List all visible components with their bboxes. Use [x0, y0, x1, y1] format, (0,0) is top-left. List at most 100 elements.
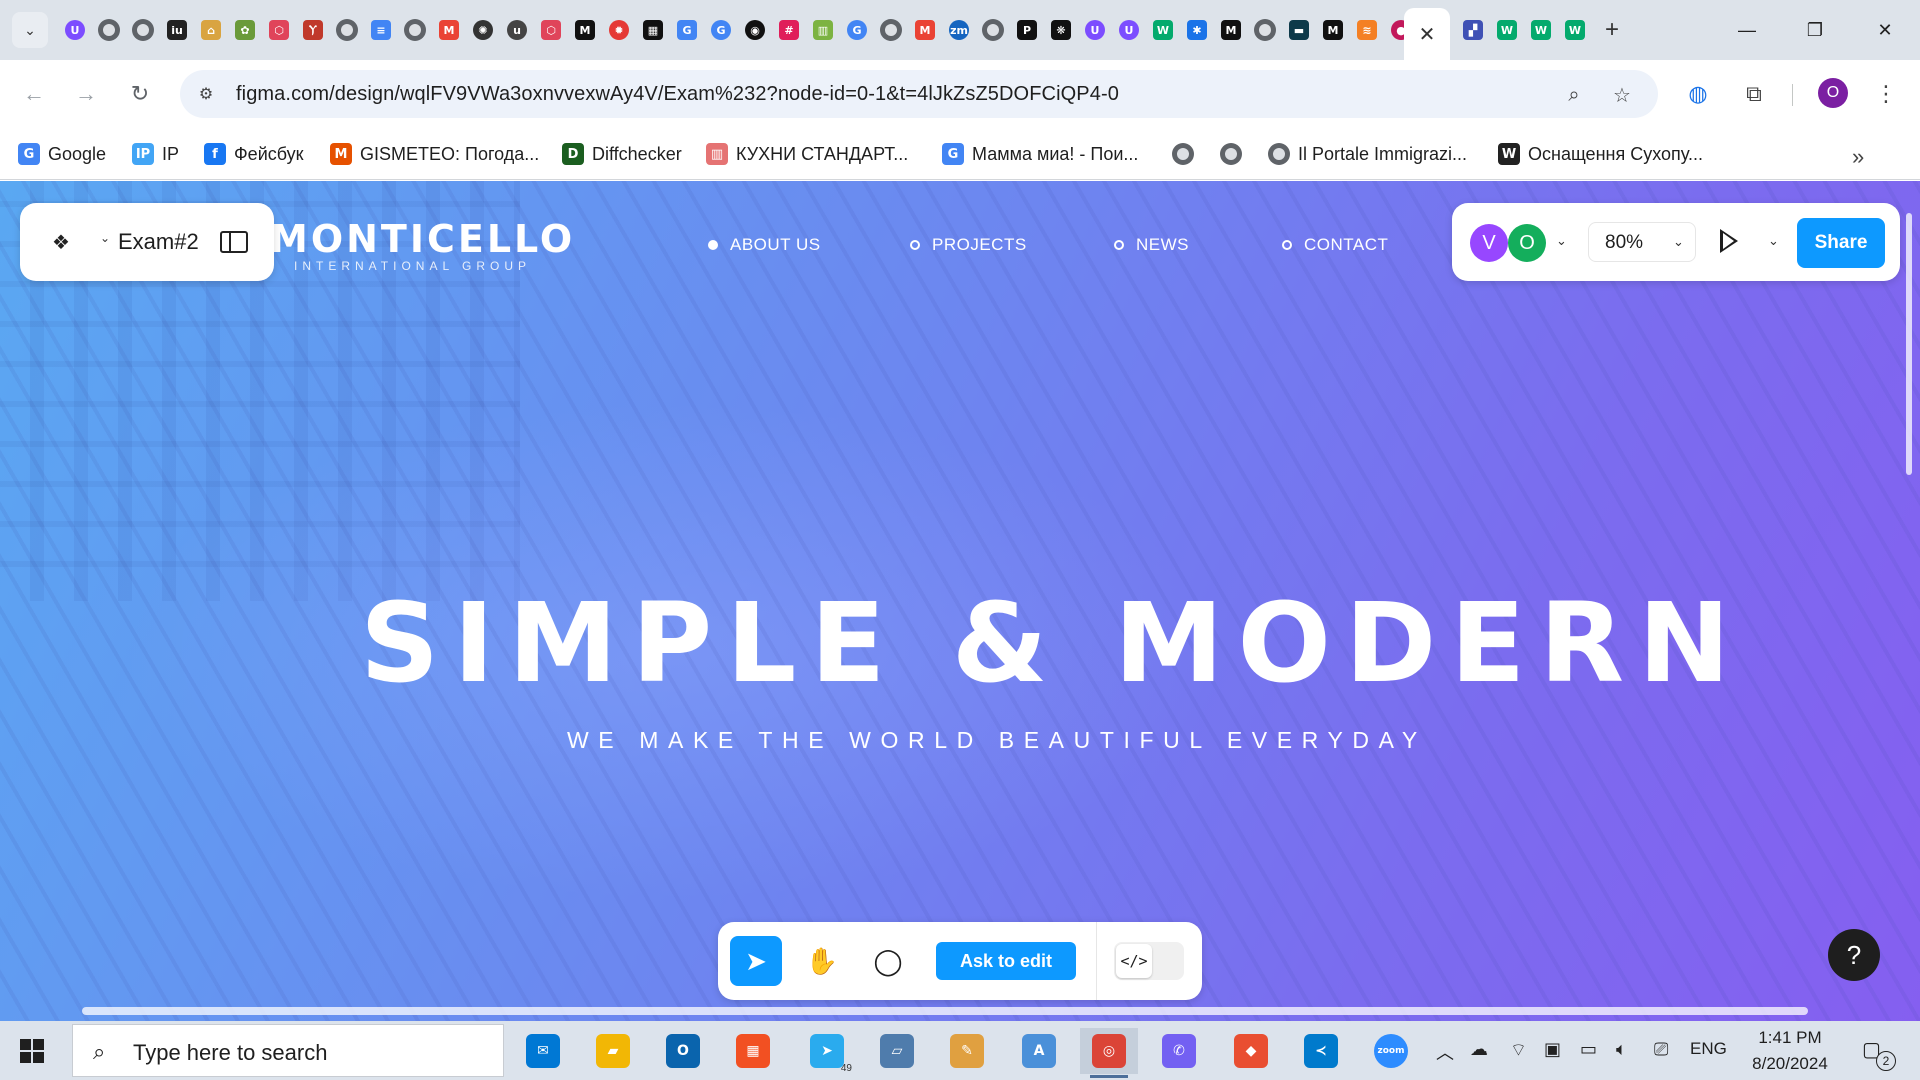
- hand-tool-icon[interactable]: ✋: [796, 936, 848, 986]
- taskbar-app[interactable]: ✉: [514, 1028, 572, 1074]
- minimize-icon[interactable]: —: [1724, 12, 1770, 48]
- present-play-icon[interactable]: [1720, 229, 1738, 253]
- vertical-scrollbar[interactable]: [1906, 213, 1912, 475]
- taskbar-app[interactable]: zoom: [1362, 1028, 1420, 1074]
- zoom-dropdown[interactable]: 80% ⌄: [1588, 222, 1696, 262]
- bookmark-item[interactable]: D Diffchecker: [562, 140, 682, 168]
- tab[interactable]: ❋: [1044, 13, 1078, 47]
- bookmark-item[interactable]: G Мамма миа! - Пои...: [942, 140, 1138, 168]
- tab[interactable]: M: [432, 13, 466, 47]
- forward-arrow-icon[interactable]: →: [68, 76, 104, 112]
- tab[interactable]: ✱: [1180, 13, 1214, 47]
- bookmark-item[interactable]: G Google: [18, 140, 106, 168]
- move-tool-cursor-icon[interactable]: ➤: [730, 936, 782, 986]
- bookmarks-overflow-icon[interactable]: »: [1852, 144, 1864, 170]
- file-name[interactable]: Exam#2: [118, 229, 199, 255]
- bookmark-item[interactable]: f Фейсбук: [204, 140, 304, 168]
- tab[interactable]: ≋: [1350, 13, 1384, 47]
- onedrive-cloud-icon[interactable]: ☁: [1470, 1039, 1488, 1060]
- tab[interactable]: [398, 13, 432, 47]
- address-bar[interactable]: ⚙ figma.com/design/wqlFV9VWa3oxnvvexwAy4…: [180, 70, 1658, 118]
- language-indicator[interactable]: ENG: [1690, 1039, 1727, 1059]
- chevron-down-icon[interactable]: ⌄: [100, 231, 110, 245]
- tab[interactable]: G: [670, 13, 704, 47]
- ask-to-edit-button[interactable]: Ask to edit: [936, 942, 1076, 980]
- horizontal-scrollbar[interactable]: [82, 1007, 1808, 1015]
- tab[interactable]: #: [772, 13, 806, 47]
- battery-icon[interactable]: ▭: [1580, 1039, 1597, 1060]
- taskbar-app[interactable]: ✆: [1150, 1028, 1208, 1074]
- bookmark-item[interactable]: ▥ КУХНИ СТАНДАРТ...: [706, 140, 908, 168]
- zoom-magnifier-icon[interactable]: ⌕: [1560, 81, 1588, 109]
- profile-avatar[interactable]: O: [1818, 78, 1848, 108]
- chevron-down-icon[interactable]: ⌄: [1768, 233, 1779, 249]
- tab[interactable]: [1248, 13, 1282, 47]
- input-tablet-icon[interactable]: ⎚: [1654, 1039, 1668, 1060]
- tab[interactable]: M: [568, 13, 602, 47]
- tab[interactable]: M: [1214, 13, 1248, 47]
- network-icon[interactable]: ⌔: [1510, 1039, 1527, 1062]
- bookmark-item[interactable]: W Оснащення Сухопу...: [1498, 140, 1703, 168]
- taskbar-app[interactable]: A: [1010, 1028, 1068, 1074]
- taskbar-app[interactable]: ▱: [868, 1028, 926, 1074]
- figma-logo-icon[interactable]: ❖: [48, 229, 74, 255]
- taskbar-app[interactable]: ◎: [1080, 1028, 1138, 1078]
- restore-icon[interactable]: ❐: [1792, 12, 1838, 48]
- taskbar-app[interactable]: ✎: [938, 1028, 996, 1074]
- tab[interactable]: [874, 13, 908, 47]
- tab[interactable]: [330, 13, 364, 47]
- bookmark-item[interactable]: [1220, 140, 1242, 168]
- tab[interactable]: M: [908, 13, 942, 47]
- chevron-down-icon[interactable]: ⌄: [1556, 233, 1567, 249]
- site-settings-icon[interactable]: ⚙: [194, 82, 218, 106]
- bookmark-item[interactable]: [1172, 140, 1194, 168]
- tab[interactable]: ✺: [466, 13, 500, 47]
- system-clock[interactable]: 1:41 PM 8/20/2024: [1742, 1025, 1838, 1077]
- dev-mode-toggle[interactable]: </>: [1114, 942, 1184, 980]
- tab[interactable]: [92, 13, 126, 47]
- tab[interactable]: zm: [942, 13, 976, 47]
- tab[interactable]: ▞: [1456, 13, 1490, 47]
- tab[interactable]: G: [704, 13, 738, 47]
- volume-icon[interactable]: 🔈︎: [1616, 1039, 1627, 1060]
- tab[interactable]: ✹: [602, 13, 636, 47]
- tab[interactable]: iu: [160, 13, 194, 47]
- tab-search-chevron-icon[interactable]: ⌄: [12, 12, 48, 48]
- tab[interactable]: W: [1146, 13, 1180, 47]
- tab[interactable]: ▥: [806, 13, 840, 47]
- tab[interactable]: ⌂: [194, 13, 228, 47]
- vpn-globe-icon[interactable]: ◍: [1680, 76, 1716, 112]
- tab[interactable]: W: [1490, 13, 1524, 47]
- taskbar-app[interactable]: ▦: [724, 1028, 782, 1074]
- tab[interactable]: Ⲩ: [296, 13, 330, 47]
- tab[interactable]: u: [500, 13, 534, 47]
- taskbar-app[interactable]: ◆: [1222, 1028, 1280, 1074]
- tab[interactable]: P: [1010, 13, 1044, 47]
- tab[interactable]: ⬡: [534, 13, 568, 47]
- taskbar-app[interactable]: ➤ 49: [798, 1028, 856, 1074]
- bookmark-item[interactable]: Il Portale Immigrazi...: [1268, 140, 1467, 168]
- tab[interactable]: ▦: [636, 13, 670, 47]
- tab[interactable]: U: [1112, 13, 1146, 47]
- collaborator-avatar[interactable]: V: [1470, 224, 1508, 262]
- tab[interactable]: ◉: [738, 13, 772, 47]
- tab[interactable]: ▬: [1282, 13, 1316, 47]
- tab[interactable]: [976, 13, 1010, 47]
- figma-canvas[interactable]: MONTICELLO INTERNATIONAL GROUP ABOUT US …: [0, 181, 1920, 1021]
- toggle-sidebar-icon[interactable]: [220, 231, 248, 253]
- display-icon[interactable]: ▣: [1544, 1039, 1561, 1060]
- close-window-icon[interactable]: ✕: [1862, 12, 1908, 48]
- tab[interactable]: W: [1524, 13, 1558, 47]
- taskbar-app[interactable]: ▰: [584, 1028, 642, 1074]
- tab[interactable]: ⬡: [262, 13, 296, 47]
- share-button[interactable]: Share: [1797, 218, 1885, 268]
- tab[interactable]: ✿: [228, 13, 262, 47]
- tab[interactable]: ≡: [364, 13, 398, 47]
- collaborator-avatar[interactable]: O: [1508, 224, 1546, 262]
- new-tab-button[interactable]: +: [1596, 14, 1628, 46]
- tab[interactable]: G: [840, 13, 874, 47]
- bookmark-star-icon[interactable]: ☆: [1608, 81, 1636, 109]
- more-menu-icon[interactable]: ⋮: [1868, 76, 1904, 112]
- show-hidden-icons-chevron-icon[interactable]: ︿: [1436, 1039, 1454, 1065]
- taskbar-app[interactable]: O: [654, 1028, 712, 1074]
